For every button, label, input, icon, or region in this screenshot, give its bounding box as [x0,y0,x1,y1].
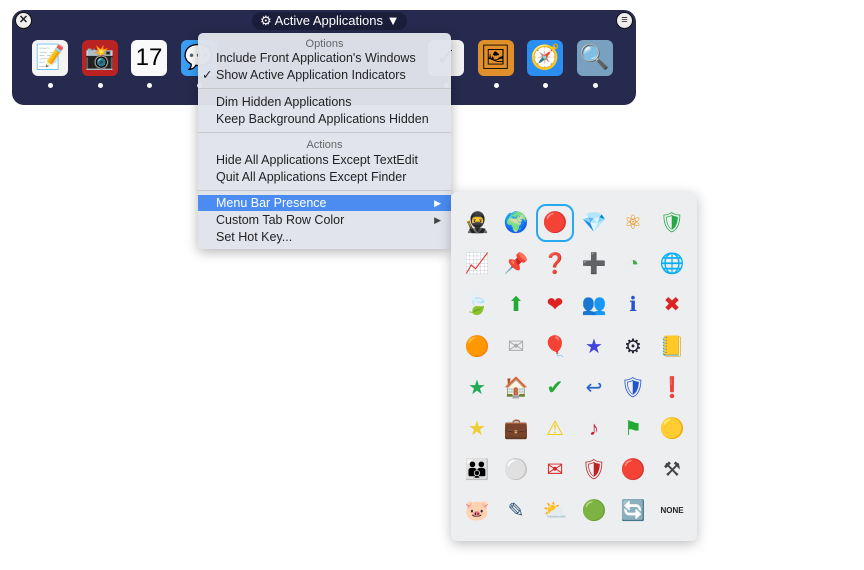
info-icon[interactable]: ℹ [619,291,647,319]
globe-dark-icon[interactable]: 🌐 [658,250,686,278]
active-indicator [97,83,103,88]
red-orb-icon[interactable]: 🔴 [536,204,574,242]
warning-icon[interactable]: ⚠ [541,415,569,443]
heart-icon[interactable]: ❤ [541,291,569,319]
active-indicator [493,83,499,88]
star-blue-icon[interactable]: ★ [580,333,608,361]
blue-shield-icon[interactable]: 🛡 [619,374,647,402]
actions-header: Actions [306,139,343,151]
dim-hidden-item[interactable]: Dim Hidden Applications [198,94,451,110]
checkmark-icon: ✓ [202,68,213,82]
custom-tab-color-item[interactable]: Custom Tab Row Color ▶ [198,212,451,228]
diamond-icon[interactable]: 💎 [580,209,608,237]
users-icon[interactable]: 👥 [580,291,608,319]
app-icon-preview[interactable]: 🔍 [576,40,613,76]
up-arrow-icon[interactable]: ⬆ [502,291,530,319]
white-orb-icon[interactable]: ⚪ [502,456,530,484]
yellow-orb-icon[interactable]: 🟡 [658,415,686,443]
quit-all-item[interactable]: Quit All Applications Except Finder [198,169,451,185]
icon-picker-submenu: 🥷 🌍 🔴 💎 ⚛ 🛡 📈 📌 ❓ ➕ ◔ 🌐 🍃 ⬆ ❤ 👥 ℹ ✖ 🟠 ✉ 🎈 ★ ⚙ 📒 ★ 🏠 ✔ ↩ 🛡 ❗ ★ 💼 ⚠ ♪ ⚑ 🟡 👪 ⚪ ✉ 🛡… [451,192,697,541]
settings-icon[interactable]: ⚙ [619,333,647,361]
active-indicator [48,83,53,88]
active-indicator [543,83,548,88]
app-icon-photo-booth[interactable]: 📸 [81,40,118,76]
pushpin-icon[interactable]: 📌 [502,250,530,278]
reply-icon[interactable]: ↩ [580,374,608,402]
address-book-icon[interactable]: 📒 [658,333,686,361]
menu-bar-presence-item[interactable]: Menu Bar Presence ▶ [198,195,451,211]
active-applications-dropdown[interactable]: ⚙ Active Applications ▼ [252,12,408,30]
checkmark-icon[interactable]: ✔ [541,374,569,402]
flag-icon[interactable]: ⚑ [619,415,647,443]
star-green-icon[interactable]: ★ [463,374,491,402]
none-option[interactable]: NONE [658,497,686,525]
custom-tab-color-label: Custom Tab Row Color [216,213,345,227]
active-indicator [592,83,598,88]
piggy-bank-icon[interactable]: 🐷 [463,497,491,525]
separator [198,132,451,133]
weather-icon[interactable]: ⛅ [541,497,569,525]
separator [198,190,451,191]
orange-orb-icon[interactable]: 🟠 [463,333,491,361]
globe-icon[interactable]: 🌍 [502,209,530,237]
help-icon[interactable]: ❓ [541,250,569,278]
mail-red-icon[interactable]: ✉ [541,456,569,484]
show-indicators-item[interactable]: ✓ Show Active Application Indicators [198,67,451,83]
red-shield-icon[interactable]: 🛡 [580,456,608,484]
plus-icon[interactable]: ➕ [580,250,608,278]
show-indicators-label: Show Active Application Indicators [216,68,406,82]
tools-icon[interactable]: ⚒ [658,456,686,484]
close-x-icon[interactable]: ✖ [658,291,686,319]
menu-bar-presence-label: Menu Bar Presence [216,196,327,210]
people-icon[interactable]: 👪 [463,456,491,484]
alert-bubble-icon[interactable]: ❗ [658,374,686,402]
hide-all-item[interactable]: Hide All Applications Except TextEdit [198,152,451,168]
balloons-icon[interactable]: 🎈 [541,333,569,361]
dock-title: Active Applications [274,13,383,28]
edit-icon[interactable]: ✎ [502,497,530,525]
submenu-arrow-icon: ▶ [434,198,441,208]
options-header: Options [305,38,344,50]
submenu-arrow-icon: ▶ [434,215,441,225]
red-orb-2-icon[interactable]: 🔴 [619,456,647,484]
menu-icon[interactable]: ≡ [616,12,633,29]
options-menu: Options Include Front Application's Wind… [198,33,451,249]
envelope-icon[interactable]: ✉ [502,333,530,361]
chart-icon[interactable]: 📈 [463,250,491,278]
set-hot-key-item[interactable]: Set Hot Key... [198,229,451,245]
music-note-icon[interactable]: ♪ [580,415,608,443]
app-icon-calendar[interactable]: 17 [131,40,167,76]
triangle-down-icon: ▼ [386,13,400,28]
star-yellow-icon[interactable]: ★ [463,415,491,443]
gear-icon: ⚙ [260,13,272,28]
briefcase-icon[interactable]: 💼 [502,415,530,443]
leaf-icon[interactable]: 🍃 [463,291,491,319]
app-icon-textedit[interactable]: 📝 [32,40,68,76]
active-indicator [147,83,152,88]
close-icon[interactable]: ✕ [15,12,32,29]
green-shield-icon[interactable]: 🛡 [658,209,686,237]
separator [198,88,451,89]
home-icon[interactable]: 🏠 [502,374,530,402]
green-orb-icon[interactable]: 🟢 [580,497,608,525]
include-front-windows-item[interactable]: Include Front Application's Windows [198,50,451,66]
atom-icon[interactable]: ⚛ [619,209,647,237]
app-icon-preview-pen[interactable]: 🖼 [477,40,514,76]
pie-chart-icon[interactable]: ◔ [619,250,647,278]
app-icon-safari[interactable]: 🧭 [527,40,563,76]
refresh-icon[interactable]: 🔄 [619,497,647,525]
ninja-icon[interactable]: 🥷 [463,209,491,237]
keep-hidden-item[interactable]: Keep Background Applications Hidden [198,111,451,127]
